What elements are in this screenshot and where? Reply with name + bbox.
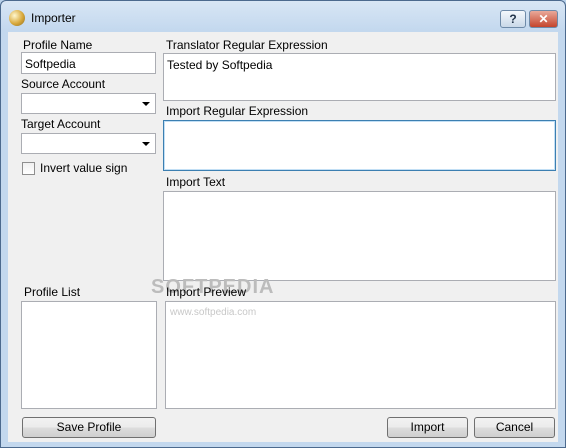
translator-regex-value: Tested by Softpedia [167,58,273,72]
profile-list-label: Profile List [24,285,81,299]
source-account-dropdown[interactable] [21,93,156,114]
import-regex-input[interactable] [163,120,556,171]
profile-name-input[interactable]: Softpedia [21,52,156,74]
title-bar[interactable]: Importer ? ✕ [1,1,565,33]
import-button[interactable]: Import [387,417,468,438]
profile-list[interactable] [21,301,157,409]
profile-name-value: Softpedia [25,57,76,71]
import-text-label: Import Text [166,175,226,189]
target-account-label: Target Account [21,117,101,131]
translator-regex-input[interactable]: Tested by Softpedia [163,53,556,101]
help-button[interactable]: ? [500,10,526,28]
app-icon [9,10,25,26]
softpedia-url-watermark: www.softpedia.com [170,307,257,318]
cancel-button[interactable]: Cancel [474,417,555,438]
close-button[interactable]: ✕ [529,10,558,28]
import-regex-label: Import Regular Expression [166,104,309,118]
import-text-area[interactable] [163,191,556,281]
importer-window: Importer ? ✕ Profile Name Softpedia Sour… [0,0,566,448]
invert-value-label[interactable]: Invert value sign [40,161,127,175]
chevron-down-icon [142,102,150,106]
source-account-label: Source Account [21,77,106,91]
import-preview-area[interactable]: www.softpedia.com [165,301,556,409]
import-preview-label: Import Preview [166,285,247,299]
invert-value-checkbox[interactable] [22,162,35,175]
chevron-down-icon [142,142,150,146]
translator-regex-label: Translator Regular Expression [166,38,328,52]
window-title: Importer [31,11,76,25]
profile-name-label: Profile Name [23,38,93,52]
dialog-body: Profile Name Softpedia Source Account Ta… [8,32,558,442]
save-profile-button[interactable]: Save Profile [22,417,156,438]
target-account-dropdown[interactable] [21,133,156,154]
